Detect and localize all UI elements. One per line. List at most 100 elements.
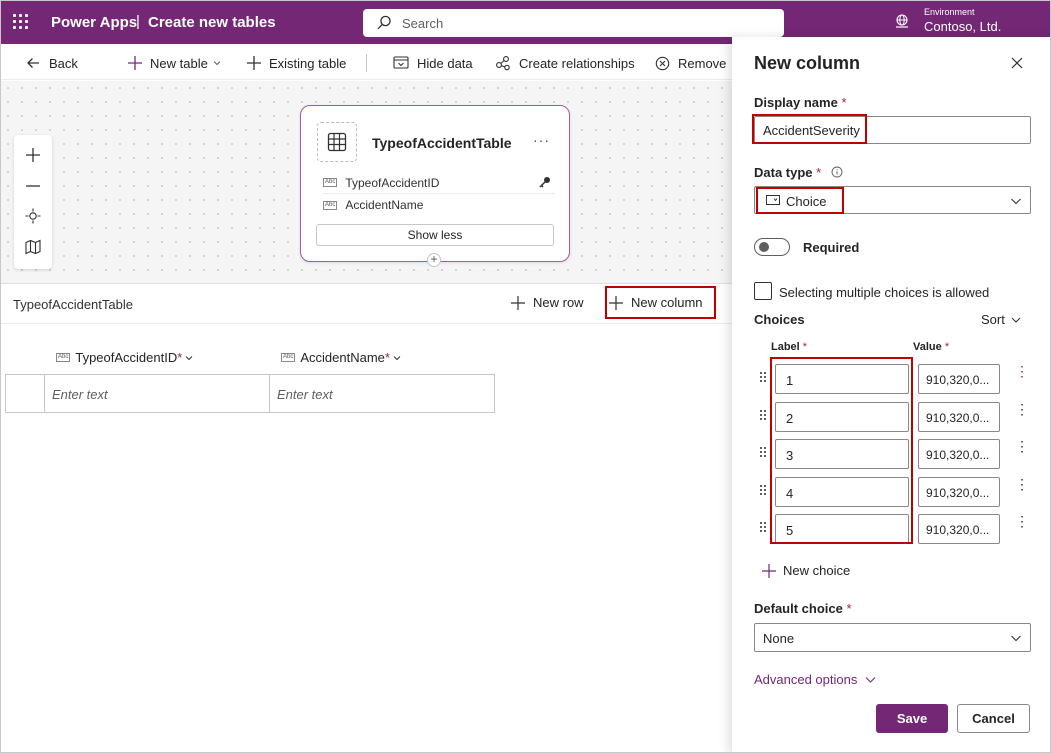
drag-handle-icon[interactable] bbox=[760, 447, 768, 459]
back-label: Back bbox=[49, 55, 78, 71]
new-table-button[interactable]: New table bbox=[128, 53, 221, 73]
label-column-header: Label * bbox=[771, 341, 808, 353]
multiple-choices-checkbox[interactable] bbox=[754, 282, 772, 300]
map-icon[interactable] bbox=[25, 239, 41, 255]
choice-value-input[interactable]: 910,320,0... bbox=[918, 477, 1000, 507]
zoom-in-icon[interactable] bbox=[25, 147, 41, 163]
page-title: Create new tables bbox=[148, 14, 276, 31]
table-card[interactable]: TypeofAccidentTable ··· Abc TypeofAccide… bbox=[300, 105, 570, 262]
create-relationships-button[interactable]: Create relationships bbox=[495, 53, 635, 73]
hide-data-icon bbox=[393, 56, 409, 69]
table-row: Enter text Enter text bbox=[5, 374, 495, 413]
drag-handle-icon[interactable] bbox=[760, 410, 768, 422]
highlight-box bbox=[752, 114, 867, 144]
table-icon bbox=[317, 122, 357, 162]
choice-value-input[interactable]: 910,320,0... bbox=[918, 364, 1000, 394]
environment-icon[interactable] bbox=[894, 13, 910, 29]
new-choice-button[interactable]: New choice bbox=[762, 563, 850, 578]
power-apps-window: Power Apps | Create new tables Search En… bbox=[0, 0, 1051, 753]
info-icon[interactable] bbox=[831, 166, 843, 178]
remove-button[interactable]: Remove bbox=[655, 53, 726, 73]
table-card-column[interactable]: Abc AccidentName bbox=[323, 194, 555, 216]
column-header-accidentname[interactable]: Abc AccidentName * bbox=[281, 350, 401, 365]
existing-table-button[interactable]: Existing table bbox=[247, 53, 346, 73]
drag-handle-icon[interactable] bbox=[760, 372, 768, 384]
toolbar-divider bbox=[366, 54, 367, 72]
highlight-box bbox=[605, 286, 716, 319]
more-options-icon[interactable]: ⋮ bbox=[1015, 514, 1029, 528]
column-header-typeofaccidentid[interactable]: Abc TypeofAccidentID * bbox=[56, 350, 193, 365]
more-options-icon[interactable]: ⋮ bbox=[1015, 402, 1029, 416]
add-icon bbox=[511, 295, 525, 310]
more-options-icon[interactable]: ··· bbox=[533, 132, 550, 148]
relationships-icon bbox=[496, 56, 510, 71]
save-button[interactable]: Save bbox=[876, 704, 948, 733]
add-connection-icon[interactable]: + bbox=[427, 253, 441, 267]
add-icon bbox=[128, 56, 142, 70]
more-options-icon[interactable]: ⋮ bbox=[1015, 439, 1029, 453]
choice-value-input[interactable]: 910,320,0... bbox=[918, 402, 1000, 432]
text-type-icon: Abc bbox=[323, 200, 338, 210]
advanced-options-label: Advanced options bbox=[754, 672, 858, 687]
required-marker: * bbox=[384, 350, 390, 365]
required-toggle[interactable] bbox=[754, 238, 790, 256]
table-card-title: TypeofAccidentTable bbox=[372, 135, 512, 151]
choices-title: Choices bbox=[754, 312, 805, 327]
fit-to-screen-icon[interactable] bbox=[25, 208, 41, 224]
search-box[interactable]: Search bbox=[363, 9, 784, 37]
display-name-label: Display name * bbox=[754, 95, 847, 110]
highlight-box bbox=[770, 357, 913, 544]
highlight-box bbox=[756, 187, 844, 214]
remove-label: Remove bbox=[678, 55, 727, 71]
required-marker: * bbox=[177, 350, 183, 365]
value-column-header: Value * bbox=[913, 341, 950, 353]
hide-data-button[interactable]: Hide data bbox=[393, 53, 473, 73]
column-name: TypeofAccidentID bbox=[345, 175, 440, 190]
search-icon bbox=[377, 15, 391, 30]
add-icon bbox=[247, 56, 261, 70]
app-name[interactable]: Power Apps bbox=[51, 14, 137, 31]
text-type-icon: Abc bbox=[281, 353, 296, 362]
panel-title: New column bbox=[754, 53, 861, 73]
table-card-column[interactable]: Abc TypeofAccidentID bbox=[323, 172, 555, 194]
environment-label: Environment bbox=[924, 7, 975, 17]
chevron-down-icon bbox=[1011, 317, 1021, 323]
remove-icon bbox=[655, 56, 670, 70]
add-icon bbox=[762, 563, 776, 578]
back-arrow-icon bbox=[27, 58, 39, 68]
title-separator: | bbox=[136, 13, 140, 30]
chevron-down-icon bbox=[185, 355, 193, 360]
new-row-button[interactable]: New row bbox=[511, 295, 584, 310]
cancel-button[interactable]: Cancel bbox=[957, 704, 1030, 733]
new-table-label: New table bbox=[150, 55, 208, 71]
chevron-down-icon bbox=[213, 61, 221, 66]
advanced-options-toggle[interactable]: Advanced options bbox=[754, 672, 876, 687]
show-less-button[interactable]: Show less bbox=[316, 224, 554, 246]
chevron-down-icon bbox=[1011, 198, 1021, 205]
default-choice-value: None bbox=[763, 631, 795, 646]
data-type-label: Data type * bbox=[754, 165, 843, 180]
cell-typeofaccidentid[interactable]: Enter text bbox=[44, 375, 270, 412]
multiple-choices-label: Selecting multiple choices is allowed bbox=[779, 285, 990, 300]
drag-handle-icon[interactable] bbox=[760, 522, 768, 534]
more-options-icon[interactable]: ⋮ bbox=[1015, 477, 1029, 491]
choice-value-input[interactable]: 910,320,0... bbox=[918, 439, 1000, 469]
chevron-down-icon bbox=[865, 677, 876, 683]
required-toggle-label: Required bbox=[803, 240, 860, 255]
app-launcher-icon[interactable] bbox=[13, 14, 29, 30]
sort-label: Sort bbox=[981, 312, 1005, 327]
sort-button[interactable]: Sort bbox=[981, 312, 1021, 327]
close-icon[interactable] bbox=[1009, 55, 1025, 71]
drag-handle-icon[interactable] bbox=[760, 485, 768, 497]
create-relationships-label: Create relationships bbox=[519, 55, 635, 71]
back-button[interactable]: Back bbox=[25, 53, 78, 73]
new-row-label: New row bbox=[533, 295, 584, 310]
choice-value-input[interactable]: 910,320,0... bbox=[918, 514, 1000, 544]
key-icon bbox=[539, 177, 550, 188]
default-choice-dropdown[interactable]: None bbox=[754, 623, 1031, 652]
environment-name[interactable]: Contoso, Ltd. bbox=[924, 19, 1001, 34]
column-header-label: AccidentName bbox=[300, 350, 385, 365]
cell-accidentname[interactable]: Enter text bbox=[269, 375, 495, 412]
more-options-icon[interactable]: ⋮ bbox=[1015, 364, 1029, 378]
zoom-out-icon[interactable] bbox=[25, 178, 41, 194]
